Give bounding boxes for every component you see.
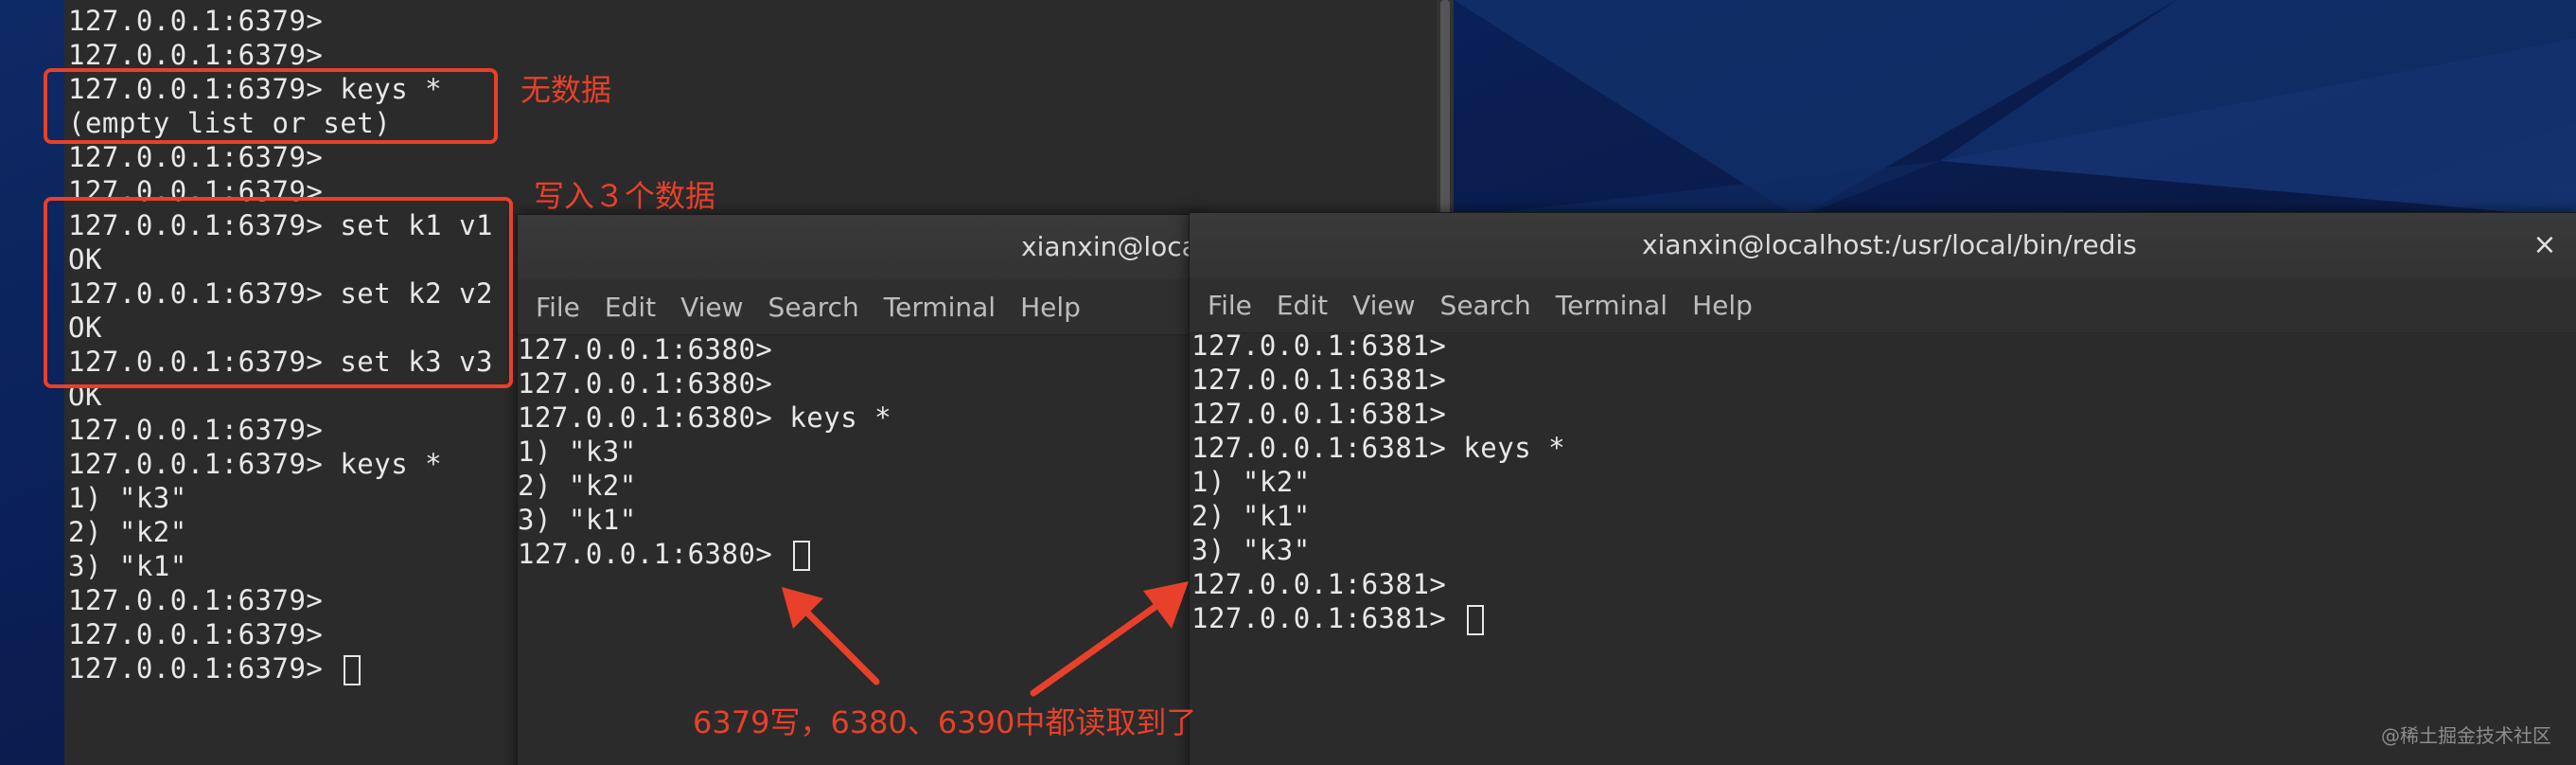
screen: 127.0.0.1:6379> 127.0.0.1:6379> 127.0.0.1:… <box>0 0 2576 765</box>
arrow-to-6380 <box>782 587 880 685</box>
annotation-arrows <box>782 581 1189 697</box>
watermark: @稀土掘金技术社区 <box>2381 724 2551 747</box>
arrow-to-6381 <box>1030 581 1189 697</box>
